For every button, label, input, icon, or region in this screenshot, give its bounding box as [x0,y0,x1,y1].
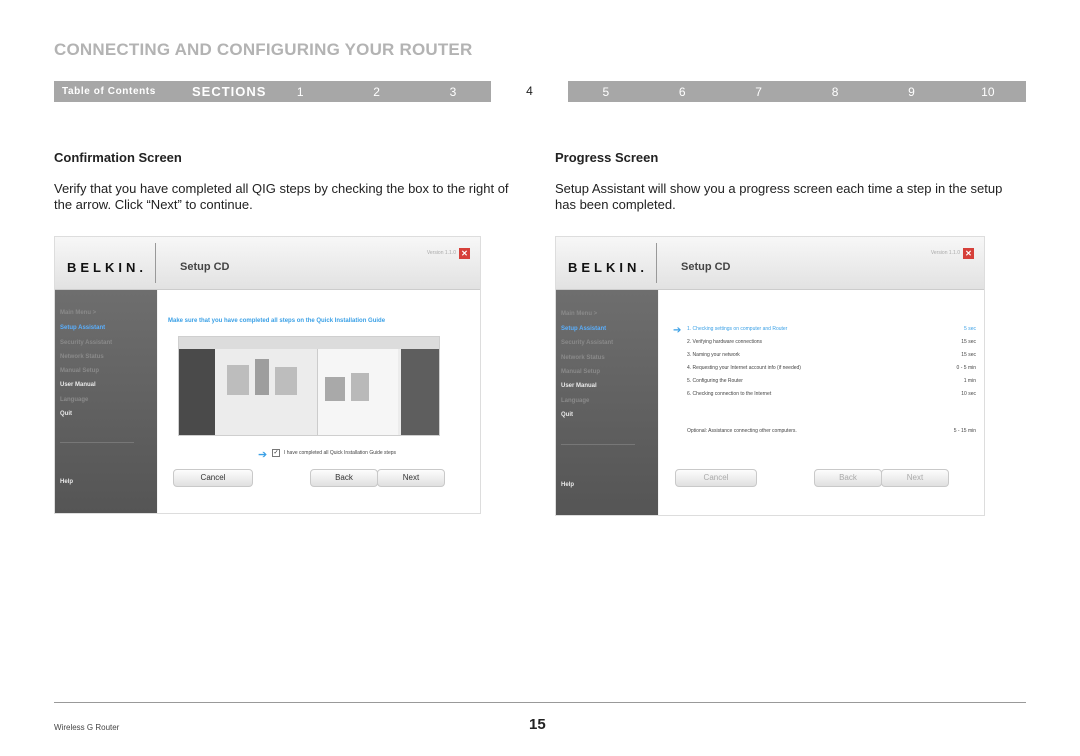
app-sidebar: Main Menu > Setup Assistant Security Ass… [55,290,157,513]
arrow-icon: ➔ [258,449,268,461]
menu-security-assistant[interactable]: Security Assistant [60,340,112,346]
confirmation-body: Verify that you have completed all QIG s… [54,181,509,212]
menu-help[interactable]: Help [60,479,73,485]
belkin-logo: BELKIN. [67,260,147,275]
menu-language[interactable]: Language [561,398,589,404]
checkbox-label: I have completed all Quick Installation … [284,450,397,456]
menu-language[interactable]: Language [60,397,88,403]
version-label: Version 1.1.0 [426,250,456,256]
progress-screenshot: BELKIN. Setup CD Version 1.1.0 ✕ Main Me… [555,236,985,516]
confirmation-screenshot: BELKIN. Setup CD Version 1.1.0 ✕ Main Me… [54,236,481,514]
menu-main[interactable]: Main Menu > [561,311,597,317]
section-8-link[interactable]: 8 [797,85,873,99]
table-of-contents-link[interactable]: Table of Contents [54,86,192,97]
section-3-link[interactable]: 3 [415,85,491,99]
next-button[interactable]: Next [881,469,949,487]
menu-setup-assistant[interactable]: Setup Assistant [561,326,606,332]
menu-quit[interactable]: Quit [60,411,72,417]
app-header-2: BELKIN. Setup CD Version 1.1.0 ✕ [556,237,984,290]
menu-user-manual[interactable]: User Manual [561,383,597,389]
progress-step: 1. Checking settings on computer and Rou… [687,326,976,332]
menu-manual-setup[interactable]: Manual Setup [561,369,600,375]
belkin-logo: BELKIN. [568,260,648,275]
footer-product-name: Wireless G Router [54,723,120,732]
menu-network-status[interactable]: Network Status [561,355,605,361]
footer-divider [54,702,1026,703]
menu-network-status[interactable]: Network Status [60,354,104,360]
page-title: CONNECTING AND CONFIGURING YOUR ROUTER [54,40,473,59]
menu-quit[interactable]: Quit [561,412,573,418]
section-9-link[interactable]: 9 [873,85,949,99]
header-divider [155,243,156,283]
back-button[interactable]: Back [814,469,882,487]
sections-label: SECTIONS [192,84,267,99]
section-nav: Table of Contents SECTIONS 1 2 3 4 5 6 7… [54,81,1026,102]
progress-body: Setup Assistant will show you a progress… [555,181,1003,212]
confirmation-section: Confirmation Screen Verify that you have… [54,150,524,213]
version-label: Version 1.1.0 [930,250,960,256]
section-7-link[interactable]: 7 [720,85,796,99]
app-sidebar-2: Main Menu > Setup Assistant Security Ass… [556,290,658,515]
confirmation-heading: Confirmation Screen [54,150,182,165]
progress-step: 2. Verifying hardware connections 15 sec [687,339,976,345]
back-button[interactable]: Back [310,469,378,487]
next-button[interactable]: Next [377,469,445,487]
app-content: Make sure that you have completed all st… [158,290,480,513]
app-title: Setup CD [180,261,230,273]
section-10-link[interactable]: 10 [950,85,1026,99]
menu-main[interactable]: Main Menu > [60,310,96,316]
menu-manual-setup[interactable]: Manual Setup [60,368,99,374]
current-step-arrow-icon: ➔ [673,325,682,336]
section-1-link[interactable]: 1 [262,85,338,99]
confirm-instruction: Make sure that you have completed all st… [168,318,386,324]
section-2-link[interactable]: 2 [338,85,414,99]
qig-checkbox[interactable]: ✓ [272,449,280,457]
menu-setup-assistant[interactable]: Setup Assistant [60,325,105,331]
menu-user-manual[interactable]: User Manual [60,382,96,388]
section-5-link[interactable]: 5 [568,85,644,99]
menu-security-assistant[interactable]: Security Assistant [561,340,613,346]
close-icon[interactable]: ✕ [459,248,470,259]
progress-heading: Progress Screen [555,150,659,165]
progress-section: Progress Screen Setup Assistant will sho… [555,150,1025,213]
cancel-button[interactable]: Cancel [173,469,253,487]
optional-step: Optional: Assistance connecting other co… [687,428,976,434]
cancel-button[interactable]: Cancel [675,469,757,487]
section-6-link[interactable]: 6 [644,85,720,99]
progress-step: 5. Configuring the Router 1 min [687,378,976,384]
sidebar-divider [60,442,134,443]
progress-step: 6. Checking connection to the Internet 10… [687,391,976,397]
progress-content: ➔ 1. Checking settings on computer and R… [659,290,984,515]
page-number: 15 [529,716,546,733]
sidebar-divider [561,444,635,445]
close-icon[interactable]: ✕ [963,248,974,259]
section-4-link[interactable]: 4 [491,81,568,102]
header-divider [656,243,657,283]
progress-step: 3. Naming your network 15 sec [687,352,976,358]
progress-step: 4. Requesting your Internet account info… [687,365,976,371]
app-header: BELKIN. Setup CD Version 1.1.0 ✕ [55,237,480,290]
menu-help[interactable]: Help [561,482,574,488]
app-title: Setup CD [681,261,731,273]
qig-image [178,336,440,436]
